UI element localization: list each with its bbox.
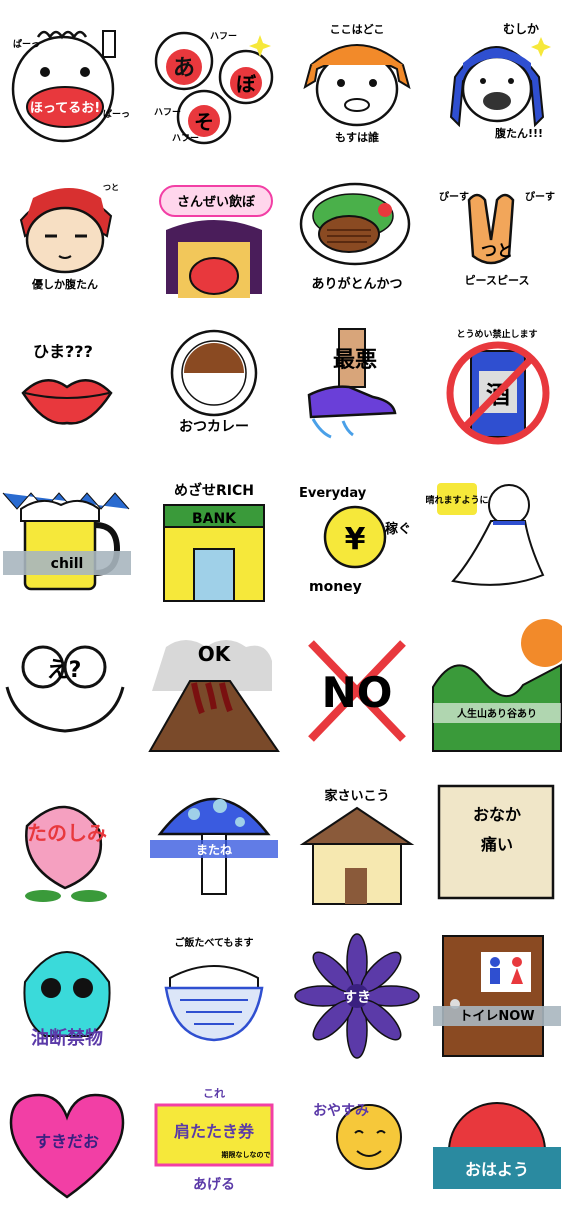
svg-text:晴れますように: 晴れますように xyxy=(425,494,488,506)
sticker-mushroom[interactable]: またね xyxy=(150,780,278,908)
svg-text:ハフー: ハフー xyxy=(154,108,181,118)
sticker-house[interactable]: 家さいこう xyxy=(293,780,421,908)
sticker-teru-teru-bozu[interactable]: 晴れますように xyxy=(425,475,561,603)
svg-text:NO: NO xyxy=(322,668,393,717)
sticker-red-hair-boy[interactable]: つと 優しか腹たん xyxy=(3,170,131,298)
sticker-toilet-door[interactable]: トイレNOW xyxy=(433,932,561,1060)
sticker-mountain-sun[interactable]: 人生山あり谷あり xyxy=(432,619,562,755)
svg-text:ここはどこ: ここはどこ xyxy=(330,23,385,36)
svg-text:ばーっ: ばーっ xyxy=(103,108,130,120)
sticker-peach[interactable]: たのしみ xyxy=(3,780,131,908)
sticker-volcano[interactable]: OK xyxy=(148,627,280,755)
sticker-grid: ほってるお! ぱーっ ばーっ あ そ ぼ ハフー ハフー ハフー ここはどこ も… xyxy=(0,0,562,1200)
sticker-ticket[interactable]: これ 肩たたき券 期限なしなので あげる xyxy=(150,1085,278,1213)
sticker-baby-faces-play[interactable]: あ そ ぼ ハフー ハフー ハフー xyxy=(150,17,278,145)
svg-text:ぱーっ: ぱーっ xyxy=(13,38,40,50)
sticker-rice-bowl[interactable]: ご飯たべてもます xyxy=(150,932,278,1060)
svg-text:おなか: おなか xyxy=(473,805,521,824)
svg-text:OK: OK xyxy=(198,642,232,666)
sticker-yen-coin[interactable]: Everyday ¥ 稼ぐ money xyxy=(293,475,421,603)
svg-text:おやすみ: おやすみ xyxy=(313,1103,369,1119)
sticker-screaming-baby[interactable]: ほってるお! ぱーっ ばーっ xyxy=(3,17,131,145)
svg-text:つと: つと xyxy=(103,183,119,192)
sticker-curry-plate[interactable]: おつカレー xyxy=(150,323,278,451)
sticker-text: ほってるお! xyxy=(30,101,100,116)
svg-text:むしか: むしか xyxy=(503,22,539,36)
sticker-surprised-face[interactable]: え? xyxy=(3,627,131,755)
sticker-tonkatsu[interactable]: ありがとんかつ xyxy=(293,170,421,298)
svg-text:とうめい禁止します: とうめい禁止します xyxy=(456,328,537,340)
sticker-blue-braids-girl[interactable]: むしか 腹たん!!! xyxy=(433,17,561,145)
svg-text:¥: ¥ xyxy=(345,522,366,557)
sticker-orange-hair-girl[interactable]: ここはどこ もすは誰 xyxy=(293,17,421,145)
svg-text:ぼ: ぼ xyxy=(236,72,257,96)
svg-text:もすは誰: もすは誰 xyxy=(335,130,379,144)
svg-text:BANK: BANK xyxy=(192,511,237,527)
svg-text:ありがとんかつ: ありがとんかつ xyxy=(311,276,402,292)
svg-text:あげる: あげる xyxy=(193,1177,235,1193)
svg-text:つと: つと xyxy=(481,241,513,260)
svg-text:油断禁物: 油断禁物 xyxy=(31,1027,103,1049)
svg-text:ぴーす: ぴーす xyxy=(525,190,555,203)
svg-text:めざせRICH: めざせRICH xyxy=(174,482,254,499)
sticker-red-lips[interactable]: ひま??? xyxy=(3,323,131,451)
svg-text:ハフー: ハフー xyxy=(210,32,237,42)
svg-text:ハフー: ハフー xyxy=(172,134,199,144)
svg-text:優しか腹たん: 優しか腹たん xyxy=(31,277,98,291)
svg-text:money: money xyxy=(309,579,362,595)
sticker-heart[interactable]: すきだお xyxy=(3,1085,131,1213)
svg-text:最悪: 最悪 xyxy=(333,348,377,373)
sticker-beer-mug[interactable]: chill xyxy=(2,475,131,603)
svg-text:ぴーす: ぴーす xyxy=(439,190,469,203)
svg-text:ピースピース: ピースピース xyxy=(465,274,530,287)
sticker-no-alcohol[interactable]: とうめい禁止します 酒 xyxy=(433,323,561,451)
svg-text:期限なしなので: 期限なしなので xyxy=(222,1150,271,1159)
sticker-shoe-stepping[interactable]: 最悪 xyxy=(293,323,421,451)
svg-text:稼ぐ: 稼ぐ xyxy=(385,521,411,537)
svg-text:おつカレー: おつカレー xyxy=(179,419,249,435)
svg-text:Everyday: Everyday xyxy=(299,486,367,501)
svg-text:ご飯たべてもます: ご飯たべてもます xyxy=(174,936,253,949)
svg-text:痛い: 痛い xyxy=(480,835,513,854)
svg-text:あ: あ xyxy=(173,56,195,81)
svg-text:腹たん!!!: 腹たん!!! xyxy=(495,126,543,140)
svg-text:トイレNOW: トイレNOW xyxy=(459,1009,534,1024)
sticker-skull[interactable]: 油断禁物 xyxy=(3,932,131,1060)
svg-text:そ: そ xyxy=(194,110,214,134)
sticker-purple-hair-girl[interactable]: さんぜい飲ぼ xyxy=(150,170,278,298)
svg-text:またね: またね xyxy=(196,843,232,857)
svg-text:これ: これ xyxy=(203,1087,225,1100)
svg-text:すきだお: すきだお xyxy=(35,1132,99,1151)
svg-text:おはよう: おはよう xyxy=(465,1160,529,1179)
sticker-purple-flower[interactable]: すき xyxy=(293,932,421,1060)
sticker-sunrise[interactable]: おはよう xyxy=(433,1085,561,1213)
svg-text:chill: chill xyxy=(51,556,84,572)
svg-text:さんぜい飲ぼ: さんぜい飲ぼ xyxy=(177,194,256,210)
svg-text:たのしみ: たのしみ xyxy=(27,821,107,845)
svg-text:肩たたき券: 肩たたき券 xyxy=(174,1122,255,1141)
sticker-bank[interactable]: めざせRICH BANK xyxy=(150,475,278,603)
sticker-moon-sleep[interactable]: おやすみ xyxy=(293,1085,421,1213)
sticker-peace-hand[interactable]: ぴーす ぴーす つと ピースピース xyxy=(433,170,561,298)
svg-text:すき: すき xyxy=(343,990,371,1006)
svg-text:ひま???: ひま??? xyxy=(33,342,93,361)
svg-text:家さいこう: 家さいこう xyxy=(324,788,389,804)
svg-text:え?: え? xyxy=(47,658,82,683)
svg-text:人生山あり谷あり: 人生山あり谷あり xyxy=(457,707,537,720)
sticker-sign-board[interactable]: おなか 痛い xyxy=(433,780,561,908)
sticker-no-cross[interactable]: NO xyxy=(293,627,421,755)
